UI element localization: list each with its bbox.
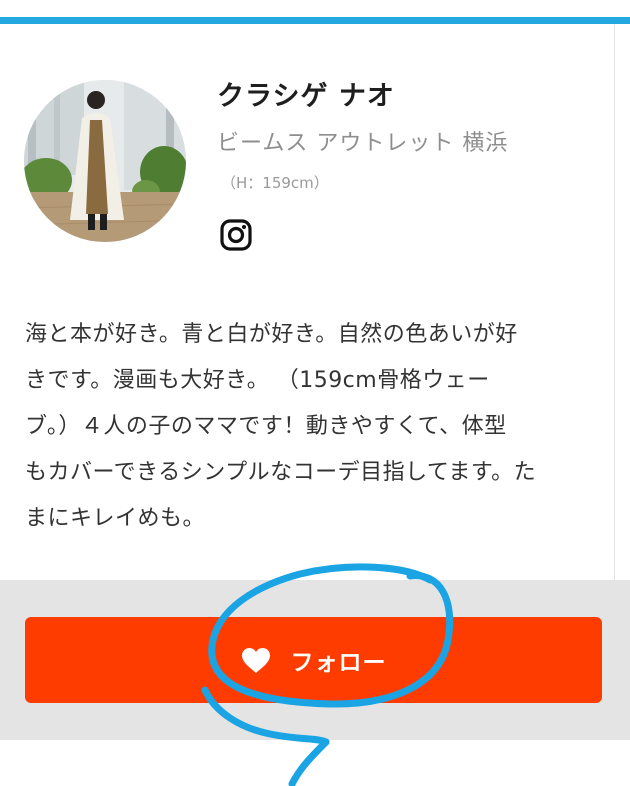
profile-bio: 海と本が好き。青と白が好き。自然の色あいが好 きです。漫画も大好き。 （159c… — [25, 312, 585, 542]
bio-line: きです。漫画も大好き。 （159cm骨格ウェー — [25, 368, 490, 393]
stylist-name: クラシゲ ナオ — [217, 81, 395, 112]
bio-line: 海と本が好き。青と白が好き。自然の色あいが好 — [25, 322, 518, 347]
stylist-profile-page: クラシゲ ナオ ビームス アウトレット 横浜 （H：159cm） 海と本が好き。… — [0, 0, 630, 786]
avatar — [24, 80, 186, 242]
instagram-icon[interactable] — [220, 219, 252, 251]
right-divider — [614, 24, 615, 580]
heart-icon — [241, 647, 271, 674]
follow-button[interactable]: フォロー — [25, 617, 602, 703]
shop-name[interactable]: ビームス アウトレット 横浜 — [217, 125, 508, 157]
stylist-height: （H：159cm） — [221, 174, 329, 192]
bio-line: まにキレイめも。 — [25, 506, 206, 531]
bio-line: もカバーできるシンプルなコーデ目指してます。た — [25, 460, 537, 485]
top-accent-bar — [0, 17, 630, 24]
bio-line: ブ。）４人の子のママです！動きやすくて、体型 — [25, 414, 507, 439]
follow-label: フォロー — [290, 650, 387, 676]
